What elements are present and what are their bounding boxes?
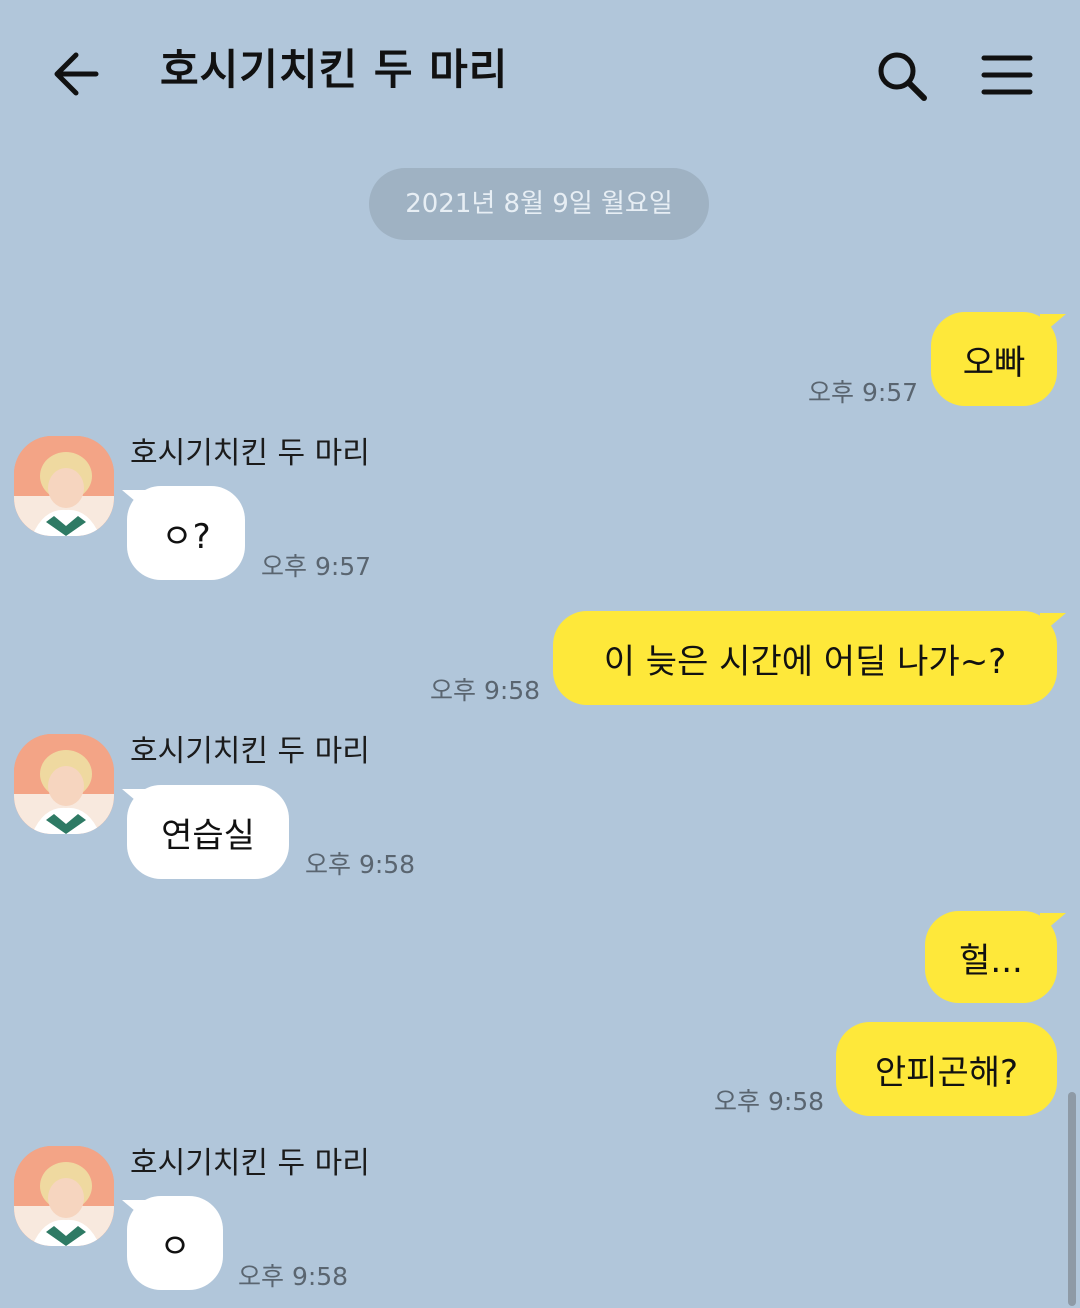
profile-photo (14, 1146, 114, 1246)
their-message-bubble[interactable]: ㅇ? (127, 486, 245, 580)
profile-photo (14, 734, 114, 834)
message-time: 오후 9:57 (808, 378, 919, 407)
my-message-bubble[interactable]: 헐... (925, 911, 1057, 1003)
their-message-bubble[interactable]: 연습실 (127, 785, 289, 879)
bubble-tail (1040, 314, 1066, 336)
hamburger-menu-icon (981, 55, 1033, 95)
date-divider: 2021년 8월 9일 월요일 (369, 168, 709, 240)
chat-title: 호시기치킨 두 마리 (160, 45, 509, 94)
message-time: 오후 9:58 (430, 676, 541, 705)
message-time: 오후 9:58 (714, 1087, 825, 1116)
back-button[interactable] (48, 44, 104, 104)
message-time: 오후 9:58 (305, 850, 416, 879)
chat-header: 호시기치킨 두 마리 (0, 0, 1080, 140)
sender-avatar[interactable] (14, 734, 114, 834)
sender-name: 호시기치킨 두 마리 (130, 1146, 370, 1181)
my-message-bubble[interactable]: 이 늦은 시간에 어딜 나가~? (553, 611, 1057, 705)
bubble-tail (1040, 613, 1066, 635)
message-time: 오후 9:57 (261, 552, 372, 581)
sender-avatar[interactable] (14, 1146, 114, 1246)
menu-button[interactable] (980, 48, 1034, 102)
scrollbar[interactable] (1068, 1092, 1076, 1306)
arrow-left-icon (54, 52, 99, 96)
profile-photo (14, 436, 114, 536)
sender-name: 호시기치킨 두 마리 (130, 734, 370, 769)
message-time: 오후 9:58 (238, 1262, 349, 1291)
my-message-bubble[interactable]: 안피곤해? (836, 1022, 1057, 1116)
sender-name: 호시기치킨 두 마리 (130, 436, 370, 471)
bubble-tail (1040, 913, 1066, 935)
sender-avatar[interactable] (14, 436, 114, 536)
search-icon (878, 52, 927, 101)
their-message-bubble[interactable]: ㅇ (127, 1196, 223, 1290)
my-message-bubble[interactable]: 오빠 (931, 312, 1057, 406)
search-button[interactable] (872, 46, 932, 106)
